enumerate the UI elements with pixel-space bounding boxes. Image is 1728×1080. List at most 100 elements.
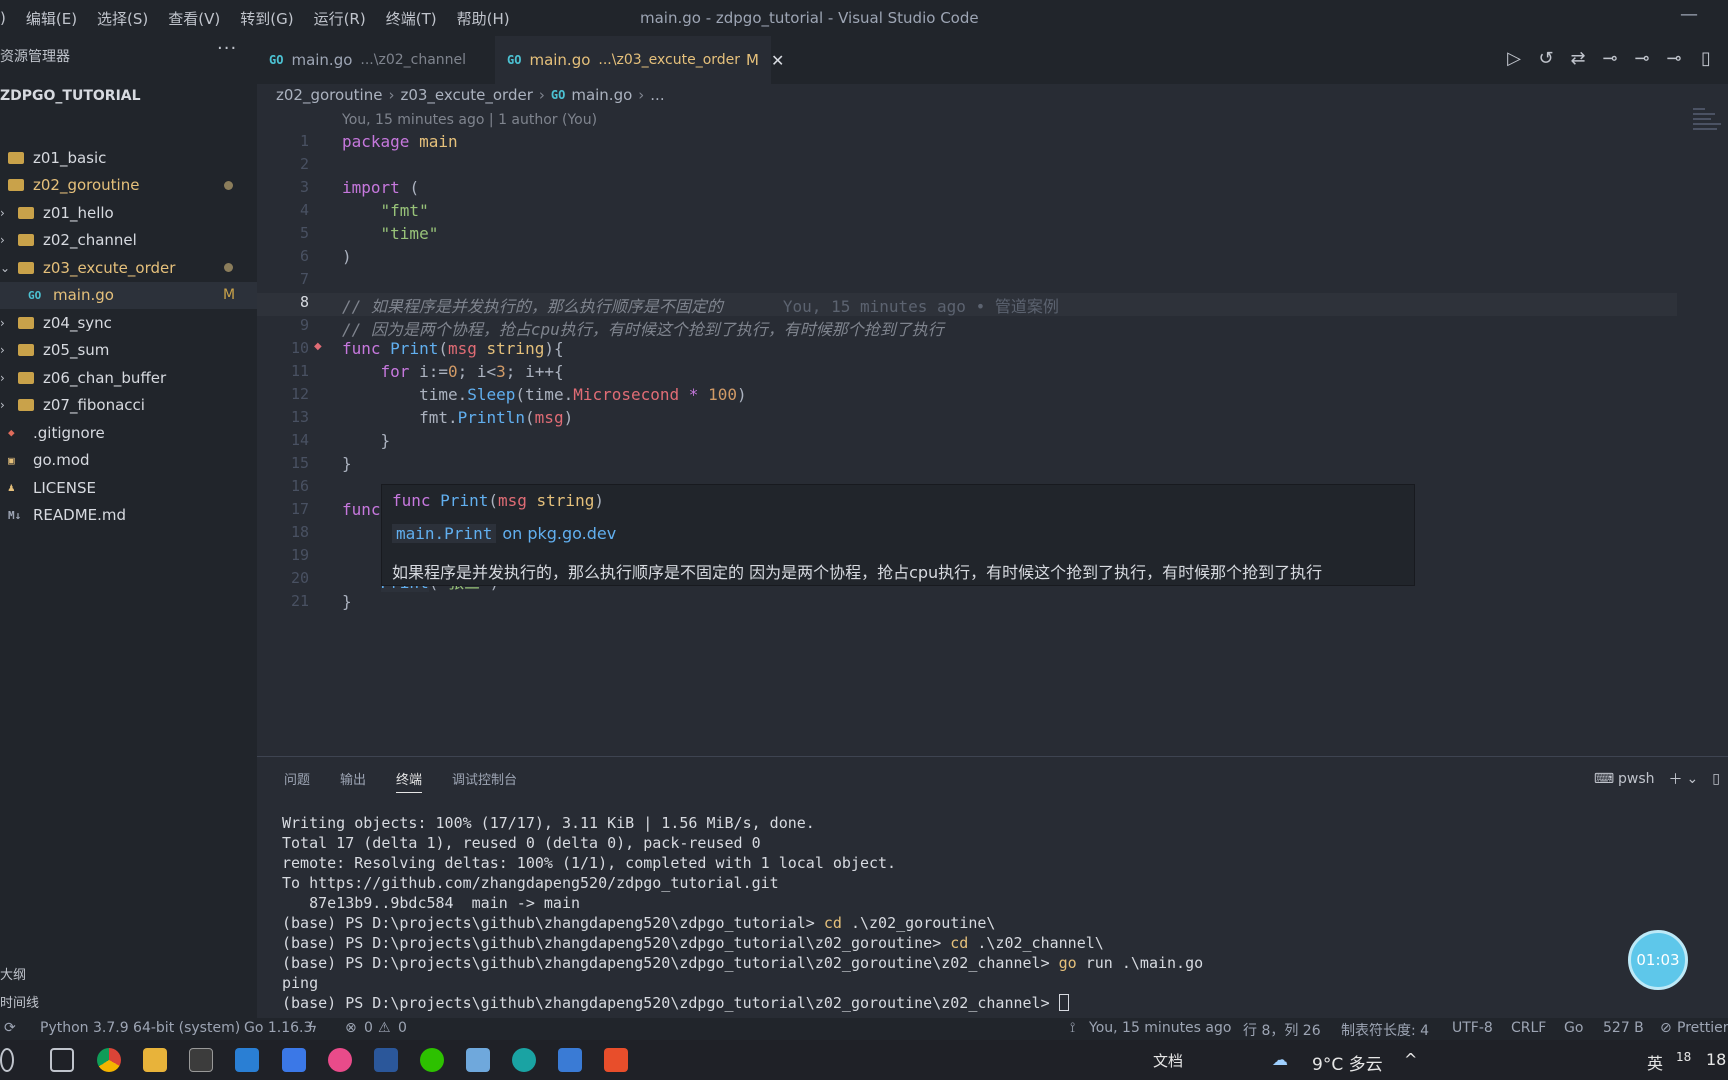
next-change-icon[interactable]: ⊸ (1664, 48, 1684, 69)
chevron-right-icon[interactable]: › (0, 343, 5, 357)
tree-item-z02-goroutine[interactable]: z02_goroutine (0, 172, 257, 199)
breadcrumb-item[interactable]: ... (650, 86, 664, 104)
workspace-root[interactable]: ZDPGO_TUTORIAL (0, 88, 141, 104)
ime-indicator[interactable]: 英 (1647, 1050, 1663, 1074)
encoding[interactable]: UTF-8 (1452, 1020, 1493, 1036)
tree-item-z04-sync[interactable]: › z04_sync (0, 309, 257, 336)
app-icon[interactable] (466, 1048, 490, 1072)
split-terminal-icon[interactable]: ▯ (1712, 771, 1720, 787)
tree-item-z01-basic[interactable]: z01_basic (0, 144, 257, 171)
previous-change-icon[interactable]: ⊸ (1632, 48, 1652, 69)
breadcrumb-item[interactable]: z03_excute_order (400, 86, 532, 104)
tree-item-z01-hello[interactable]: › z01_hello (0, 199, 257, 226)
tree-item-license[interactable]: ♟ LICENSE (0, 474, 257, 501)
search-icon[interactable] (0, 1048, 14, 1072)
tree-item-z02-channel[interactable]: › z02_channel (0, 227, 257, 254)
menu-item-view[interactable]: 查看(V) (168, 8, 220, 29)
history-icon[interactable]: ↺ (1536, 48, 1556, 69)
new-terminal-icon[interactable]: ＋ (1669, 769, 1683, 789)
terminal-output[interactable]: Writing objects: 100% (17/17), 3.11 KiB … (282, 813, 1203, 1013)
word-icon[interactable] (374, 1048, 398, 1072)
line-ending[interactable]: CRLF (1511, 1020, 1546, 1036)
chevron-up-icon[interactable]: ^ (1404, 1050, 1417, 1069)
weather[interactable]: 9°C 多云 (1312, 1050, 1383, 1075)
chevron-right-icon[interactable]: › (0, 398, 5, 412)
wechat-icon[interactable] (420, 1048, 444, 1072)
notification-count[interactable]: 18 (1676, 1050, 1691, 1064)
prettier-status[interactable]: Prettier (1677, 1020, 1728, 1036)
tree-item-z06-chan-buffer[interactable]: › z06_chan_buffer (0, 364, 257, 391)
tab-terminal[interactable]: 终端 (396, 769, 423, 793)
menu-item-run[interactable]: 运行(R) (314, 8, 366, 29)
git-blame[interactable]: You, 15 minutes ago (1089, 1020, 1231, 1036)
tree-item-z07-fibonacci[interactable]: › z07_fibonacci (0, 392, 257, 419)
compare-changes-icon[interactable]: ⇄ (1568, 48, 1588, 69)
chevron-right-icon[interactable]: › (0, 206, 5, 220)
file-explorer-icon[interactable] (143, 1048, 167, 1072)
file-size[interactable]: 527 B (1603, 1020, 1644, 1036)
error-count[interactable]: 0 (364, 1020, 373, 1036)
chevron-right-icon[interactable]: › (0, 371, 5, 385)
menu-item-edit[interactable]: 编辑(E) (26, 8, 77, 29)
split-editor-icon[interactable]: ▯ (1696, 48, 1716, 69)
tree-item-readme-md[interactable]: M↓ README.md (0, 502, 257, 529)
go-version[interactable]: Go 1.16.3 (244, 1020, 312, 1036)
chevron-down-icon[interactable]: ⌄ (1687, 771, 1699, 787)
codelens-author[interactable]: You, 15 minutes ago | 1 author (You) (342, 112, 597, 128)
menu-item-file-partial[interactable]: ) (0, 9, 6, 27)
run-icon[interactable]: ▷ (1504, 48, 1524, 69)
timeline-section[interactable]: 时间线 (0, 992, 39, 1011)
breakpoint-hint-icon[interactable]: ◆ (314, 341, 322, 352)
tree-item-go-mod[interactable]: ▣ go.mod (0, 447, 257, 474)
breadcrumb-item[interactable]: main.go (571, 86, 632, 104)
tab-debug-console[interactable]: 调试控制台 (452, 769, 517, 793)
tree-item-z03-excute-order[interactable]: ⌄ z03_excute_order (0, 254, 257, 281)
error-icon[interactable]: ⊗ (345, 1020, 357, 1036)
breadcrumb-item[interactable]: z02_goroutine (276, 86, 382, 104)
git-commit-icon[interactable]: ⊸ (1600, 48, 1620, 69)
sync-icon[interactable]: ⟳ (4, 1020, 16, 1036)
cursor-position[interactable]: 行 8，列 26 (1243, 1020, 1321, 1040)
chevron-right-icon[interactable]: › (0, 233, 5, 247)
symbol-link[interactable]: main.Print (392, 524, 497, 543)
menu-item-go[interactable]: 转到(G) (240, 8, 293, 29)
tab-main-go-excute-order[interactable]: GO main.go ...\z03_excute_order M ✕ (495, 36, 784, 84)
code-editor[interactable]: 1 package main 2 3 import ( 4 "fmt" 5 "tim… (257, 132, 1728, 752)
language-mode[interactable]: Go (1564, 1020, 1583, 1036)
tree-item-main-go[interactable]: GO main.go M (0, 281, 257, 309)
warning-icon[interactable]: ⚠ (378, 1020, 391, 1036)
pkg-go-dev-link[interactable]: on pkg.go.dev (502, 524, 616, 543)
menu-item-selection[interactable]: 选择(S) (97, 8, 148, 29)
feishu-icon[interactable] (558, 1048, 582, 1072)
task-view-icon[interactable] (50, 1048, 74, 1072)
tab-main-go-channel[interactable]: GO main.go ...\z02_channel (257, 36, 483, 84)
indentation[interactable]: 制表符长度: 4 (1341, 1020, 1429, 1040)
more-actions-icon[interactable]: ··· (217, 38, 237, 59)
clock[interactable]: 18 (1706, 1050, 1726, 1069)
security-icon[interactable] (282, 1048, 306, 1072)
sublime-icon[interactable] (604, 1048, 628, 1072)
chrome-icon[interactable] (97, 1048, 121, 1072)
close-icon[interactable]: ✕ (771, 51, 784, 70)
chevron-right-icon[interactable]: › (0, 316, 5, 330)
tree-item-z05-sum[interactable]: › z05_sum (0, 337, 257, 364)
tree-item--gitignore[interactable]: ◆ .gitignore (0, 419, 257, 446)
minimize-icon[interactable]: — (1680, 4, 1698, 25)
outline-section[interactable]: 大纲 (0, 964, 26, 983)
chevron-down-icon[interactable]: ⌄ (0, 261, 10, 275)
menu-item-terminal[interactable]: 终端(T) (386, 8, 437, 29)
minimap[interactable] (1693, 108, 1723, 148)
tab-output[interactable]: 输出 (340, 769, 366, 793)
python-interpreter[interactable]: Python 3.7.9 64-bit (system) (40, 1020, 240, 1036)
vscode-icon[interactable] (235, 1048, 259, 1072)
documents-label[interactable]: 文档 (1153, 1050, 1183, 1071)
menu-item-help[interactable]: 帮助(H) (457, 8, 510, 29)
terminal-app-icon[interactable] (189, 1048, 213, 1072)
hover-doc-link[interactable]: main.Print on pkg.go.dev (392, 524, 616, 543)
shell-selector[interactable]: pwsh (1618, 771, 1655, 787)
recording-timer[interactable]: 01:03 (1628, 930, 1688, 990)
photos-icon[interactable] (328, 1048, 352, 1072)
warning-count[interactable]: 0 (398, 1020, 407, 1036)
tab-problems[interactable]: 问题 (284, 769, 310, 793)
edge-icon[interactable] (512, 1048, 536, 1072)
